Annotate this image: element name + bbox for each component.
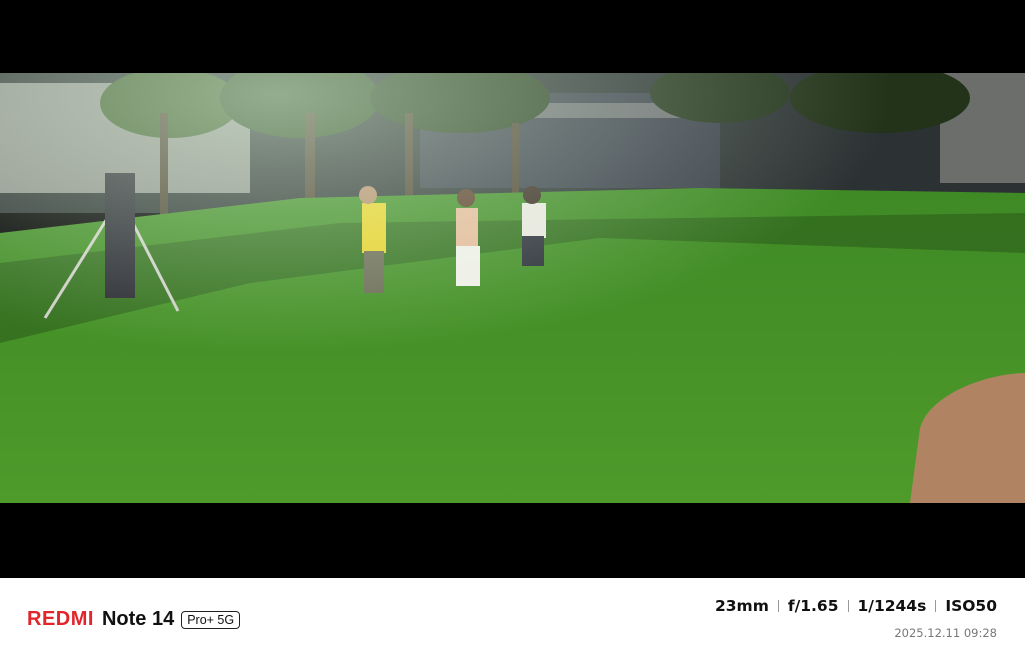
- device-brand: REDMI Note 14 Pro+ 5G: [27, 608, 241, 631]
- photo: [0, 73, 1025, 503]
- letterbox: [0, 0, 1025, 578]
- divider: [847, 600, 849, 612]
- divider: [777, 600, 779, 612]
- divider: [935, 600, 937, 612]
- device-model: Note 14: [101, 608, 175, 630]
- brand-logo: REDMI: [27, 608, 94, 630]
- capture-timestamp: 2025.12.11 09:28: [894, 626, 997, 640]
- model-badge: Pro+ 5G: [181, 610, 241, 629]
- park-scene-image: [0, 73, 1025, 503]
- aperture: f/1.65: [787, 597, 839, 615]
- exif-info: 23mm f/1.65 1/1244s ISO50: [715, 597, 997, 615]
- shutter-speed: 1/1244s: [857, 597, 927, 615]
- focal-length: 23mm: [714, 597, 769, 615]
- iso: ISO50: [945, 597, 997, 615]
